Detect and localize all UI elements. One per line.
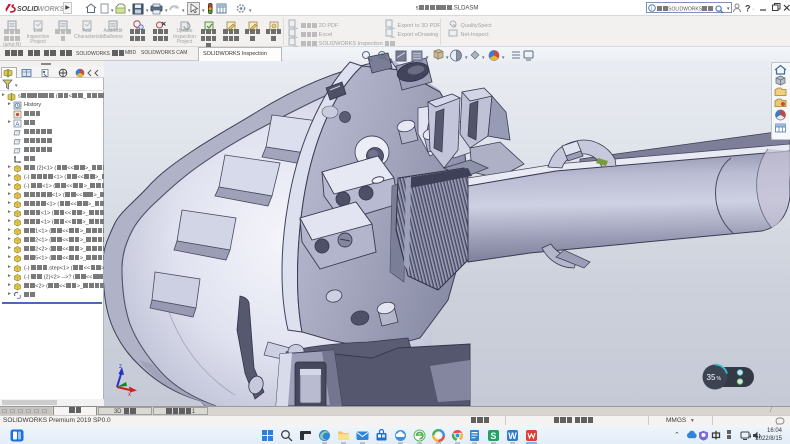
svg-text:▼: ▼ bbox=[201, 8, 205, 13]
svg-text:▼: ▼ bbox=[181, 8, 185, 13]
svg-text:S: S bbox=[490, 431, 496, 441]
svg-text:▼: ▼ bbox=[464, 55, 468, 60]
svg-text:▼: ▼ bbox=[501, 55, 505, 60]
svg-text:▼: ▼ bbox=[164, 8, 168, 13]
svg-text:x: x bbox=[128, 392, 131, 398]
svg-text:W: W bbox=[508, 431, 517, 441]
svg-text:▼: ▼ bbox=[248, 8, 252, 13]
svg-text:i: i bbox=[651, 6, 652, 12]
svg-text:WORKS: WORKS bbox=[38, 6, 65, 13]
svg-text:▼: ▼ bbox=[110, 8, 114, 13]
svg-text:?: ? bbox=[745, 4, 751, 14]
svg-text:▼: ▼ bbox=[445, 55, 449, 60]
svg-text:·: · bbox=[752, 6, 754, 13]
svg-text:▼: ▼ bbox=[127, 8, 131, 13]
svg-text:▼: ▼ bbox=[425, 55, 429, 60]
svg-text:A: A bbox=[15, 122, 19, 128]
svg-text:SOLID: SOLID bbox=[17, 6, 38, 13]
svg-text:▼: ▼ bbox=[145, 8, 149, 13]
svg-text:▼: ▼ bbox=[14, 83, 18, 88]
svg-text:▼: ▼ bbox=[481, 55, 485, 60]
svg-text:35: 35 bbox=[707, 373, 716, 382]
svg-text:%: % bbox=[717, 376, 722, 382]
svg-text:z: z bbox=[119, 364, 122, 370]
